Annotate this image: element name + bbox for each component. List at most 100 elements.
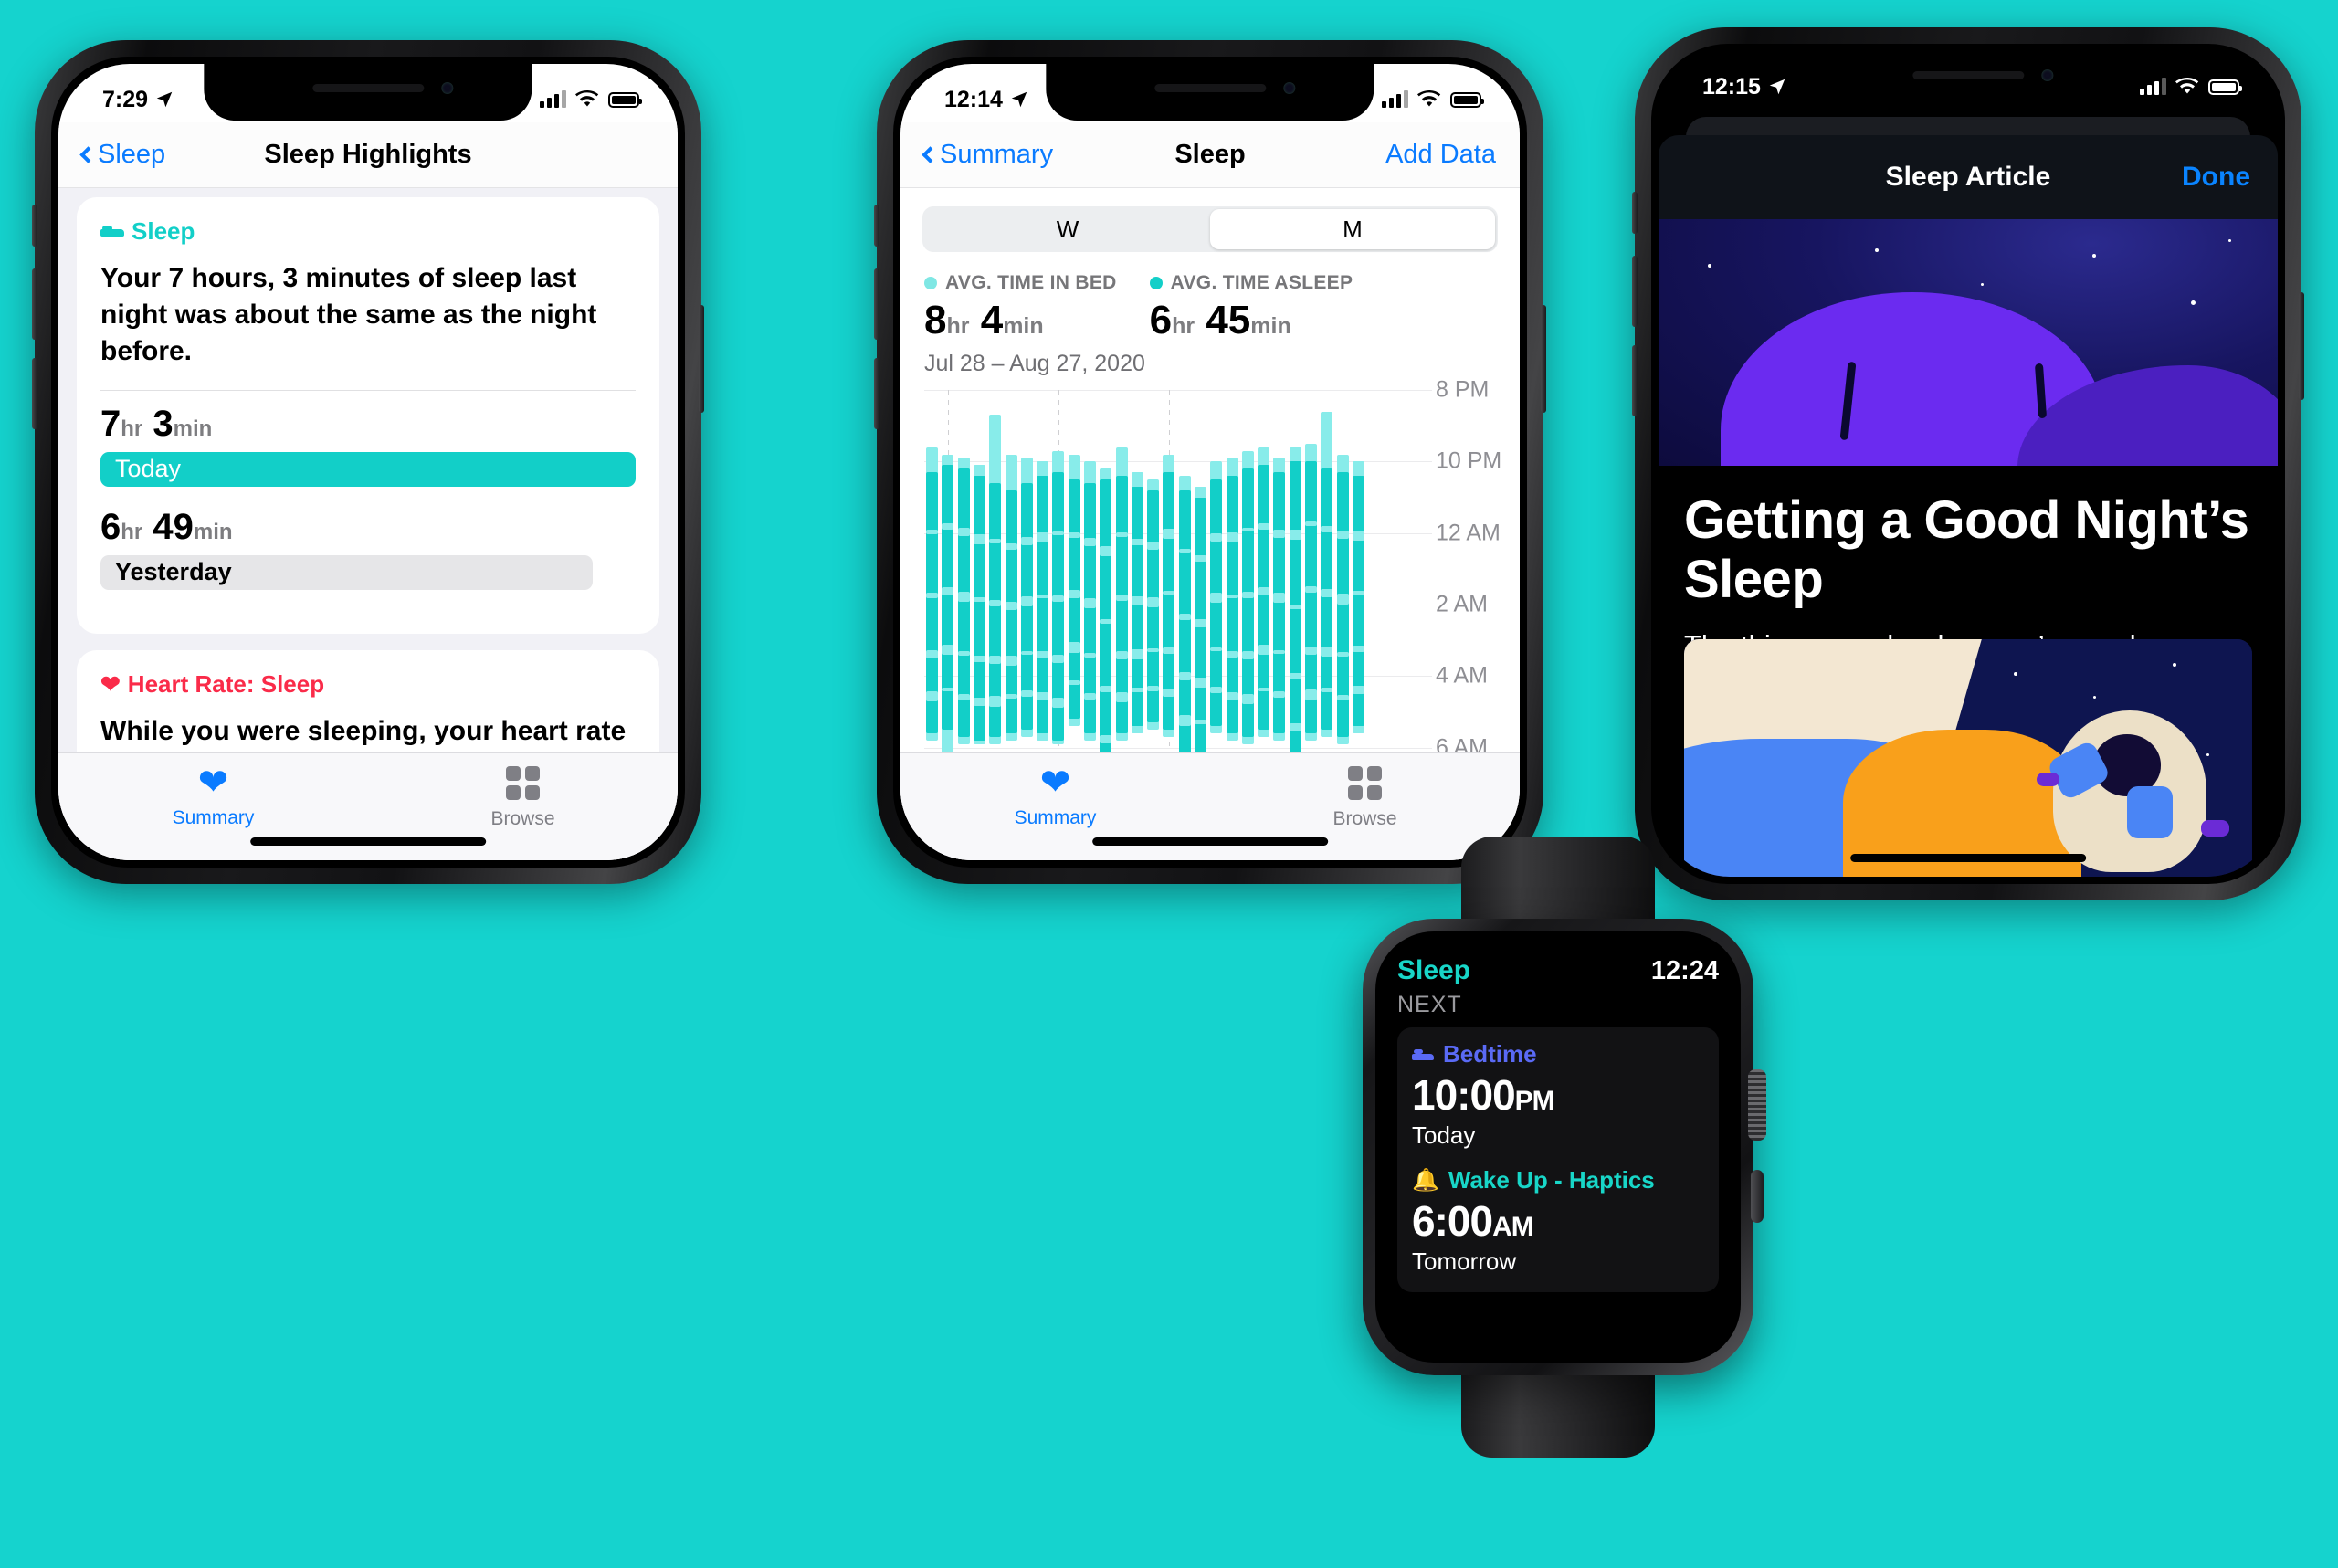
sleep-bar-awake-segment xyxy=(1037,691,1049,700)
sleep-bar-awake-segment xyxy=(1210,647,1223,652)
battery-icon xyxy=(608,91,642,108)
today-hours: 7 xyxy=(100,403,121,444)
location-arrow-icon xyxy=(1769,79,1785,95)
sleep-bar-awake-segment xyxy=(1068,680,1080,686)
bell-icon: 🔔 xyxy=(1412,1167,1439,1193)
illustration-person-leg xyxy=(2127,786,2173,839)
done-button[interactable]: Done xyxy=(2182,162,2250,193)
power-button[interactable] xyxy=(699,305,704,413)
sleep-bar-awake-segment xyxy=(1226,650,1238,658)
wifi-icon xyxy=(575,90,599,107)
iphone-sleep-highlights: 7:29 Sleep Sleep Highlights Sleep Your 7… xyxy=(32,40,704,884)
sleep-bar-awake-segment xyxy=(1305,521,1317,526)
home-indicator[interactable] xyxy=(250,837,486,846)
stat-time-asleep-value: 6hr 45min xyxy=(1150,298,1353,343)
sleep-bar-awake-segment xyxy=(1195,555,1206,563)
sleep-highlight-card[interactable]: Sleep Your 7 hours, 3 minutes of sleep l… xyxy=(77,197,659,634)
volume-down-button[interactable] xyxy=(32,358,37,429)
star-icon xyxy=(1875,248,1880,253)
watch-wakeup-label: Wake Up - Haptics xyxy=(1448,1166,1655,1194)
mute-switch[interactable] xyxy=(32,205,37,247)
watch-screen[interactable]: Sleep 12:24 NEXT Bedtime 10:00PM Today 🔔 xyxy=(1375,931,1741,1363)
side-button[interactable] xyxy=(1751,1170,1764,1223)
back-button-label: Sleep xyxy=(98,140,166,169)
sleep-duration-yesterday: 6hr 49min xyxy=(100,507,636,548)
front-camera-icon xyxy=(1283,82,1296,94)
watch-time: 12:24 xyxy=(1650,956,1719,985)
sleep-bar-awake-segment xyxy=(1147,596,1160,607)
sleep-bar-awake-segment xyxy=(926,691,939,702)
today-minutes-unit: min xyxy=(173,416,213,441)
power-button[interactable] xyxy=(2299,292,2304,400)
add-data-button[interactable]: Add Data xyxy=(1385,140,1496,170)
volume-down-button[interactable] xyxy=(1632,345,1638,416)
sleep-bar-awake-segment xyxy=(1273,592,1286,603)
sleep-bar-awake-segment xyxy=(1037,532,1049,543)
sleep-bar-awake-segment xyxy=(1163,529,1175,540)
status-time: 12:14 xyxy=(944,86,1003,112)
sheet-nav-bar: Sleep Article Done xyxy=(1659,135,2278,219)
watch-bedtime-label-row: Bedtime xyxy=(1412,1040,1704,1068)
back-button-sleep[interactable]: Sleep xyxy=(79,140,166,170)
bed-icon xyxy=(1412,1047,1434,1062)
sleep-bar-awake-segment xyxy=(1163,647,1175,654)
power-button[interactable] xyxy=(1541,305,1546,413)
sleep-bar-awake-segment xyxy=(1258,586,1270,595)
asleep-hours-unit: hr xyxy=(1172,313,1195,339)
heart-icon: ❤ xyxy=(100,670,121,699)
digital-crown[interactable] xyxy=(1748,1069,1766,1141)
back-button-label: Summary xyxy=(940,140,1054,169)
sleep-bar-awake-segment xyxy=(1131,539,1143,546)
segment-month[interactable]: M xyxy=(1210,209,1495,249)
watch-wakeup-day: Tomorrow xyxy=(1412,1247,1517,1275)
sleep-bar-awake-segment xyxy=(1226,594,1238,599)
home-indicator[interactable] xyxy=(1850,854,2086,862)
front-camera-icon xyxy=(441,82,454,94)
star-icon xyxy=(2172,663,2176,667)
sleep-bar-awake-segment xyxy=(942,645,954,656)
volume-up-button[interactable] xyxy=(32,268,37,340)
volume-up-button[interactable] xyxy=(1632,256,1638,327)
in-bed-minutes: 4 xyxy=(980,298,1004,342)
sleep-bar-awake-segment xyxy=(1005,602,1017,611)
stat-time-asleep-label: AVG. TIME ASLEEP xyxy=(1170,272,1353,293)
sleep-bar-awake-segment xyxy=(1131,596,1143,605)
sleep-bar-awake-segment xyxy=(1100,619,1112,624)
mute-switch[interactable] xyxy=(1632,192,1638,234)
segment-week[interactable]: W xyxy=(925,209,1210,249)
sleep-duration-today: 7hr 3min xyxy=(100,404,636,445)
sleep-averages: AVG. TIME IN BED 8hr 4min AVG. TIME ASLE… xyxy=(900,252,1520,343)
sleep-bar-awake-segment xyxy=(926,592,939,599)
range-segmented-control[interactable]: W M xyxy=(922,206,1498,252)
volume-down-button[interactable] xyxy=(874,358,879,429)
in-bed-hours: 8 xyxy=(924,298,947,342)
stat-time-asleep-header: AVG. TIME ASLEEP xyxy=(1149,272,1353,294)
sleep-bar-awake-segment xyxy=(1147,685,1160,692)
battery-icon xyxy=(2208,79,2242,95)
earpiece-speaker xyxy=(1153,84,1267,92)
cellular-bars-icon xyxy=(540,90,566,108)
status-time: 7:29 xyxy=(102,86,149,112)
iphone-sleep-article: 12:15 Sleep Article Done Getting a Good … xyxy=(1632,27,2304,900)
watch-next-card[interactable]: Bedtime 10:00PM Today 🔔 Wake Up - Haptic… xyxy=(1397,1027,1719,1292)
sleep-bar-awake-segment xyxy=(974,698,985,707)
sleep-bar-awake-segment xyxy=(1195,618,1206,627)
tab-summary-label: Summary xyxy=(172,807,255,828)
sleep-bar-awake-segment xyxy=(1020,689,1033,697)
volume-up-button[interactable] xyxy=(874,268,879,340)
home-indicator[interactable] xyxy=(1092,837,1328,846)
sleep-bar-awake-segment xyxy=(974,656,985,662)
chart-y-label: 2 AM xyxy=(1436,591,1488,617)
in-bed-hours-unit: hr xyxy=(946,313,970,339)
sleep-bar-awake-segment xyxy=(1241,592,1254,599)
article-sheet[interactable]: Sleep Article Done Getting a Good Night’… xyxy=(1659,135,2278,877)
back-button-summary[interactable]: Summary xyxy=(922,140,1054,170)
chart-y-label: 4 AM xyxy=(1436,662,1488,689)
sleep-bar-awake-segment xyxy=(1352,686,1364,695)
sleep-bar-awake-segment xyxy=(1037,594,1049,599)
yesterday-hours: 6 xyxy=(100,506,121,547)
mute-switch[interactable] xyxy=(874,205,879,247)
legend-dot-in-bed xyxy=(924,277,937,289)
heart-rate-card-header: ❤ Heart Rate: Sleep xyxy=(100,670,636,699)
article-hero-image xyxy=(1659,219,2278,466)
